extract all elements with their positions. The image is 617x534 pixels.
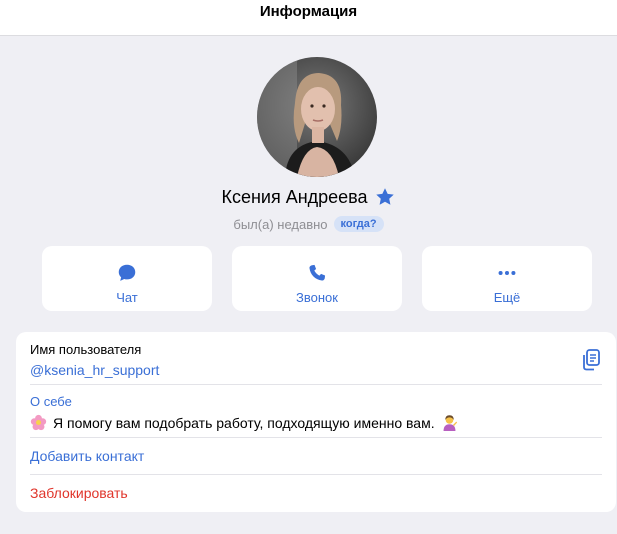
status-row: был(а) недавно когда? [0, 216, 617, 232]
top-bar: Информация [0, 0, 617, 36]
divider [30, 474, 602, 475]
about-label: О себе [30, 394, 72, 409]
more-dots-icon [496, 262, 518, 284]
profile-name-row: Ксения Андреева [0, 186, 617, 208]
copy-icon[interactable] [580, 348, 602, 372]
about-text: Я помогу вам подобрать работу, подходящу… [53, 414, 435, 431]
divider [30, 437, 602, 438]
about-row: О себе Я помогу вам подобрать работу, по… [30, 394, 602, 431]
chat-button-label: Чат [116, 290, 138, 305]
username-row[interactable]: Имя пользователя @ksenia_hr_support [30, 342, 602, 378]
username-label: Имя пользователя [30, 342, 142, 357]
username-value[interactable]: @ksenia_hr_support [30, 362, 602, 378]
flower-emoji-icon [30, 414, 47, 431]
call-button[interactable]: Звонок [232, 246, 402, 311]
when-badge[interactable]: когда? [333, 216, 384, 232]
block-user-button[interactable]: Заблокировать [30, 485, 602, 501]
chat-button[interactable]: Чат [42, 246, 212, 311]
add-contact-button[interactable]: Добавить контакт [30, 448, 602, 464]
last-seen-status: был(а) недавно [233, 216, 328, 232]
info-card: Имя пользователя @ksenia_hr_support О се… [16, 332, 616, 512]
more-button-label: Ещё [493, 290, 521, 305]
page-title: Информация [259, 3, 358, 20]
person-tipping-hand-emoji-icon [441, 414, 458, 431]
about-text-line: Я помогу вам подобрать работу, подходящу… [30, 414, 602, 431]
star-icon[interactable] [374, 186, 396, 208]
phone-icon [306, 262, 328, 284]
divider [30, 384, 602, 385]
call-button-label: Звонок [296, 290, 338, 305]
profile-name: Ксения Андреева [221, 186, 368, 207]
chat-bubble-icon [116, 262, 138, 284]
more-button[interactable]: Ещё [422, 246, 592, 311]
avatar[interactable] [257, 57, 377, 177]
